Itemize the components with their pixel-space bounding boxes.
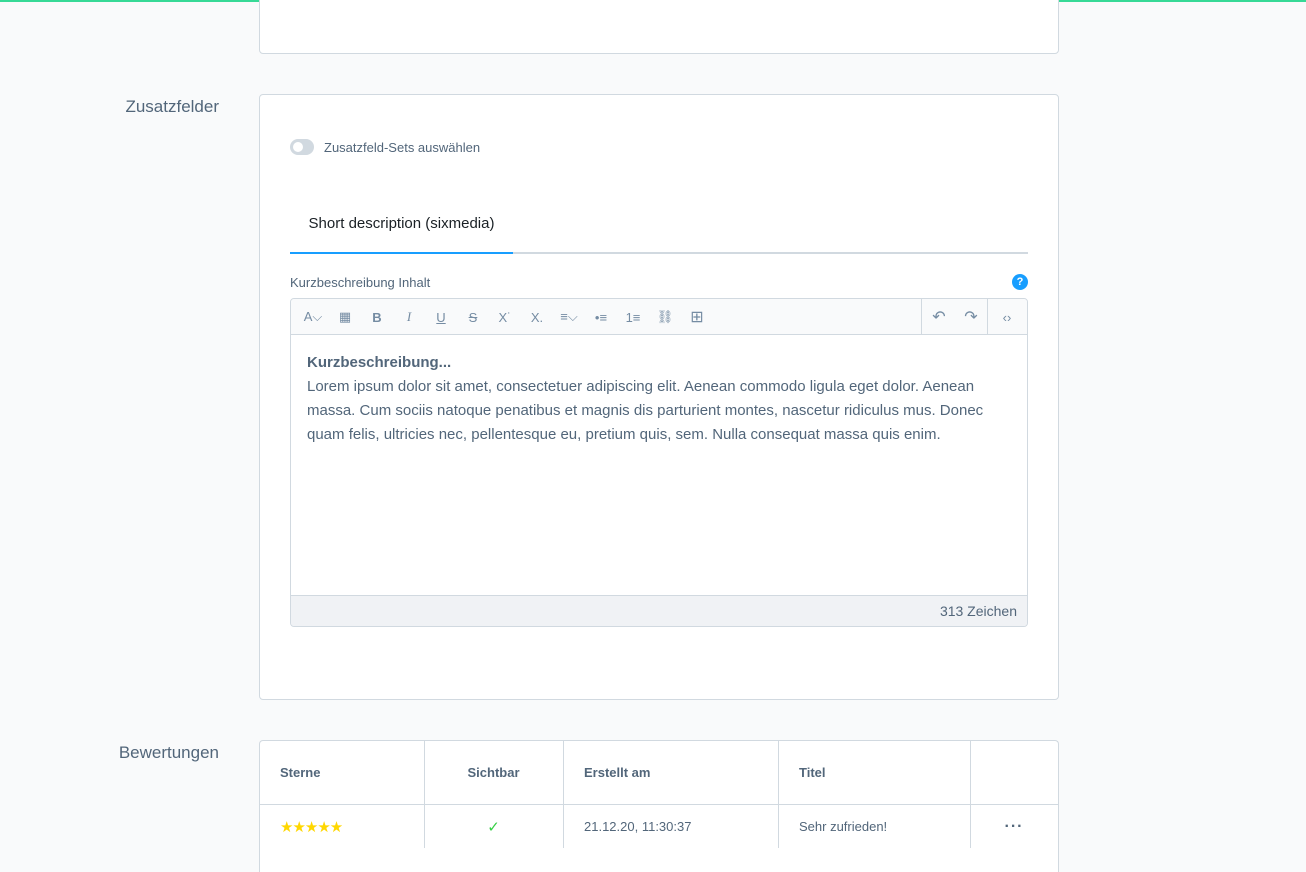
editor-body: Lorem ipsum dolor sit amet, consectetuer… [307,378,984,443]
superscript-icon[interactable]: X˙ [489,299,521,335]
ordered-list-icon[interactable]: 1≡ [617,299,649,335]
editor-content[interactable]: Kurzbeschreibung... Lorem ipsum dolor si… [307,351,1007,447]
link-icon[interactable]: ⛓ [649,299,681,335]
created-date: 21.12.20, 11:30:37 [584,819,692,834]
section-label-custom-fields: Zusatzfelder [125,97,219,116]
text-style-icon[interactable]: A⌵ [297,299,329,335]
italic-icon[interactable]: I [393,299,425,335]
column-header-created[interactable]: Erstellt am [584,741,650,804]
reviews-card: Sterne Sichtbar Erstellt am Titel ★★★★★ … [259,740,1059,872]
toggle-label: Zusatzfeld-Sets auswählen [324,139,481,155]
code-view-icon[interactable]: ‹› [989,299,1025,335]
review-title: Sehr zufrieden! [799,819,888,834]
custom-field-sets-toggle-row: Zusatzfeld-Sets auswählen [290,139,480,155]
subscript-icon[interactable]: X. [521,299,553,335]
visible-check-icon: ✓ [487,818,500,836]
editor-heading: Kurzbeschreibung... [307,354,452,371]
star-rating-icon: ★★★★★ [280,818,343,836]
custom-fields-card: Zusatzfeld-Sets auswählen Short descript… [259,94,1059,700]
help-icon[interactable]: ? [1012,274,1028,290]
field-label-short-description: Kurzbeschreibung Inhalt [290,275,431,290]
previous-card [259,0,1059,54]
toggle-knob [293,142,303,152]
table-row: ★★★★★ ✓ 21.12.20, 11:30:37 Sehr zufriede… [260,805,1058,848]
row-actions-icon[interactable]: ··· [970,805,1058,848]
column-header-title[interactable]: Titel [799,741,826,804]
toolbar-separator [987,299,988,335]
editor-toolbar: A⌵ ▦ B I U S X˙ X. ≡⌵ •≡ 1≡ ⛓ ⊞ ↶ ↷ ‹› [291,299,1027,335]
color-icon[interactable]: ▦ [329,299,361,335]
undo-icon[interactable]: ↶ [923,299,955,335]
unordered-list-icon[interactable]: •≡ [585,299,617,335]
tab-short-description[interactable]: Short description (sixmedia) [290,195,513,254]
column-header-stars[interactable]: Sterne [280,741,320,804]
strikethrough-icon[interactable]: S [457,299,489,335]
section-label-reviews: Bewertungen [118,743,219,762]
char-count: 313 Zeichen [291,595,1027,626]
rich-text-editor: A⌵ ▦ B I U S X˙ X. ≡⌵ •≡ 1≡ ⛓ ⊞ ↶ ↷ ‹› K… [290,298,1028,627]
underline-icon[interactable]: U [425,299,457,335]
align-icon[interactable]: ≡⌵ [553,299,585,335]
table-icon[interactable]: ⊞ [681,299,713,335]
toolbar-separator [921,299,922,335]
table-header: Sterne Sichtbar Erstellt am Titel [260,741,1058,805]
custom-field-tabs: Short description (sixmedia) [290,195,1028,254]
custom-field-sets-toggle[interactable] [290,139,314,155]
column-header-visible[interactable]: Sichtbar [424,741,563,804]
bold-icon[interactable]: B [361,299,393,335]
redo-icon[interactable]: ↷ [955,299,987,335]
